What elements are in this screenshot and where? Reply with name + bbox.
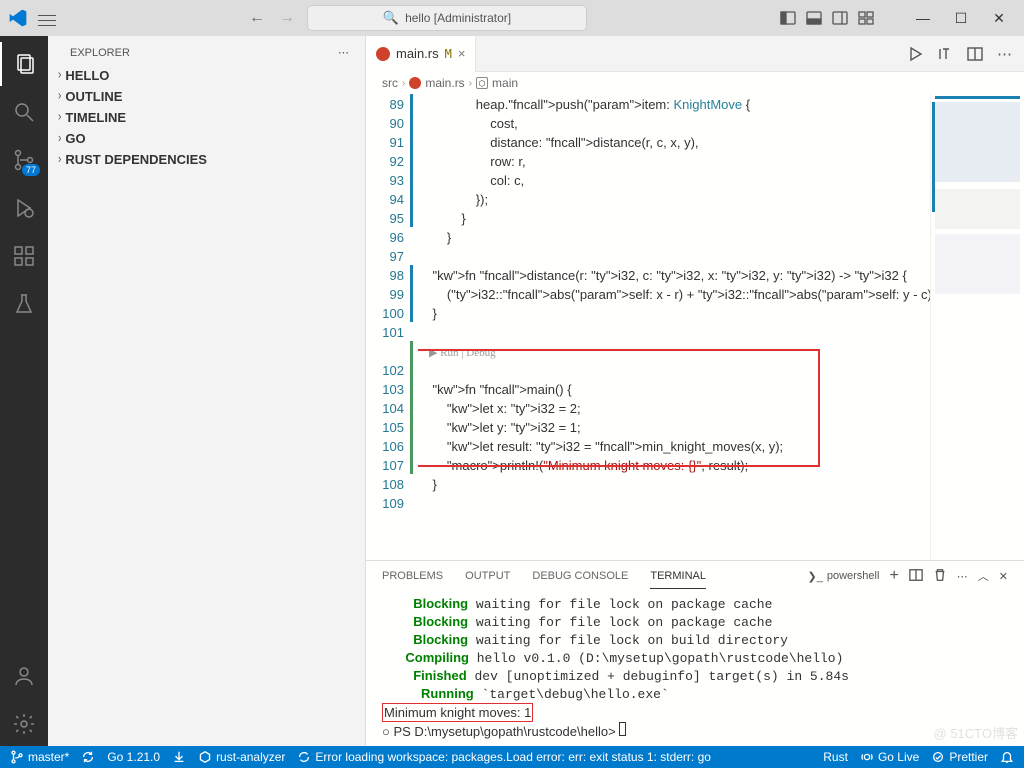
activity-testing[interactable] — [0, 282, 48, 326]
menu-button[interactable] — [38, 11, 56, 25]
status-language-mode[interactable]: Rust — [823, 750, 848, 764]
layout-panel-left-icon[interactable] — [780, 10, 796, 26]
status-error-message[interactable]: Error loading workspace: packages.Load e… — [297, 750, 711, 764]
split-editor-icon[interactable] — [967, 46, 983, 62]
minimap[interactable] — [930, 94, 1024, 560]
terminal-kill-button[interactable] — [933, 568, 947, 585]
activity-settings[interactable] — [0, 702, 48, 746]
editor-group: main.rs M × ⋯ src › main.rs › ⬡ main 899… — [366, 36, 1024, 746]
activity-bar: 77 — [0, 36, 48, 746]
line-number-gutter: 8990919293949596979899100101 10210310410… — [366, 94, 410, 560]
explorer-title: EXPLORER — [70, 47, 130, 59]
activity-run-debug[interactable] — [0, 186, 48, 230]
status-branch[interactable]: master* — [10, 750, 69, 764]
rust-file-icon — [409, 77, 421, 89]
window-maximize-button[interactable]: ☐ — [942, 0, 980, 36]
breadcrumb-file[interactable]: main.rs — [425, 76, 464, 90]
highlight-box-main-fn — [418, 349, 820, 467]
status-prettier[interactable]: Prettier — [931, 750, 988, 764]
activity-search[interactable] — [0, 90, 48, 134]
title-bar: ← → 🔍 hello [Administrator] — ☐ ✕ — [0, 0, 1024, 36]
layout-panel-bottom-icon[interactable] — [806, 10, 822, 26]
vscode-icon — [8, 8, 28, 28]
tab-main-rs[interactable]: main.rs M × — [366, 36, 476, 72]
tab-close-button[interactable]: × — [458, 46, 466, 61]
terminal-split-button[interactable] — [909, 568, 923, 585]
status-rust-analyzer[interactable]: rust-analyzer — [198, 750, 285, 764]
search-icon: 🔍 — [383, 10, 399, 26]
layout-customize-icon[interactable] — [858, 10, 874, 26]
tab-filename: main.rs — [396, 46, 439, 61]
status-go-live[interactable]: Go Live — [860, 750, 919, 764]
panel-more-icon[interactable]: ⋯ — [957, 570, 968, 583]
layout-panel-right-icon[interactable] — [832, 10, 848, 26]
editor-more-icon[interactable]: ⋯ — [997, 45, 1012, 63]
activity-accounts[interactable] — [0, 654, 48, 698]
status-bar: master* Go 1.21.0 rust-analyzer Error lo… — [0, 746, 1024, 768]
sidebar-section-go[interactable]: ›GO — [48, 128, 365, 149]
sidebar-section-timeline[interactable]: ›TIMELINE — [48, 107, 365, 128]
activity-extensions[interactable] — [0, 234, 48, 278]
terminal-profile-selector[interactable]: ❯⁠_powershell — [808, 570, 880, 583]
window-title: hello [Administrator] — [405, 11, 511, 25]
terminal[interactable]: Blocking waiting for file lock on packag… — [366, 591, 1024, 746]
explorer-sidebar: EXPLORER ⋯ ›HELLO ›OUTLINE ›TIMELINE ›GO… — [48, 36, 366, 746]
tab-modified-indicator: M — [445, 47, 452, 61]
status-sync[interactable] — [81, 750, 95, 764]
activity-source-control[interactable]: 77 — [0, 138, 48, 182]
debug-run-icon[interactable] — [937, 46, 953, 62]
sidebar-section-outline[interactable]: ›OUTLINE — [48, 86, 365, 107]
panel-maximize-button[interactable]: ︿ — [978, 568, 989, 584]
breadcrumbs[interactable]: src › main.rs › ⬡ main — [366, 72, 1024, 94]
run-button-icon[interactable] — [907, 46, 923, 62]
panel-tab-terminal[interactable]: TERMINAL — [650, 564, 706, 589]
sidebar-section-hello[interactable]: ›HELLO — [48, 65, 365, 86]
source-control-badge: 77 — [22, 164, 40, 176]
module-icon: ⬡ — [476, 77, 488, 89]
status-notifications[interactable] — [1000, 750, 1014, 764]
window-close-button[interactable]: ✕ — [980, 0, 1018, 36]
sidebar-section-rust-deps[interactable]: ›RUST DEPENDENCIES — [48, 149, 365, 170]
panel-tab-output[interactable]: OUTPUT — [465, 564, 510, 588]
nav-back-button[interactable]: ← — [249, 9, 265, 27]
command-center-search[interactable]: 🔍 hello [Administrator] — [307, 5, 587, 31]
activity-explorer[interactable] — [0, 42, 48, 86]
breadcrumb-src[interactable]: src — [382, 76, 398, 90]
tab-bar: main.rs M × ⋯ — [366, 36, 1024, 72]
breadcrumb-symbol[interactable]: main — [492, 76, 518, 90]
nav-forward-button[interactable]: → — [279, 9, 295, 27]
panel-close-button[interactable]: ✕ — [999, 570, 1008, 583]
panel-tab-problems[interactable]: PROBLEMS — [382, 564, 443, 588]
rust-file-icon — [376, 47, 390, 61]
panel: PROBLEMS OUTPUT DEBUG CONSOLE TERMINAL ❯… — [366, 560, 1024, 746]
explorer-more-icon[interactable]: ⋯ — [338, 46, 349, 59]
scm-decoration-gutter — [410, 94, 418, 560]
terminal-new-button[interactable]: + — [889, 567, 898, 585]
code-editor[interactable]: heap."fncall">push("param">item: KnightM… — [418, 94, 930, 560]
status-go-update[interactable] — [172, 750, 186, 764]
window-minimize-button[interactable]: — — [904, 0, 942, 36]
status-go-version[interactable]: Go 1.21.0 — [107, 750, 160, 764]
panel-tab-debug-console[interactable]: DEBUG CONSOLE — [532, 564, 628, 588]
